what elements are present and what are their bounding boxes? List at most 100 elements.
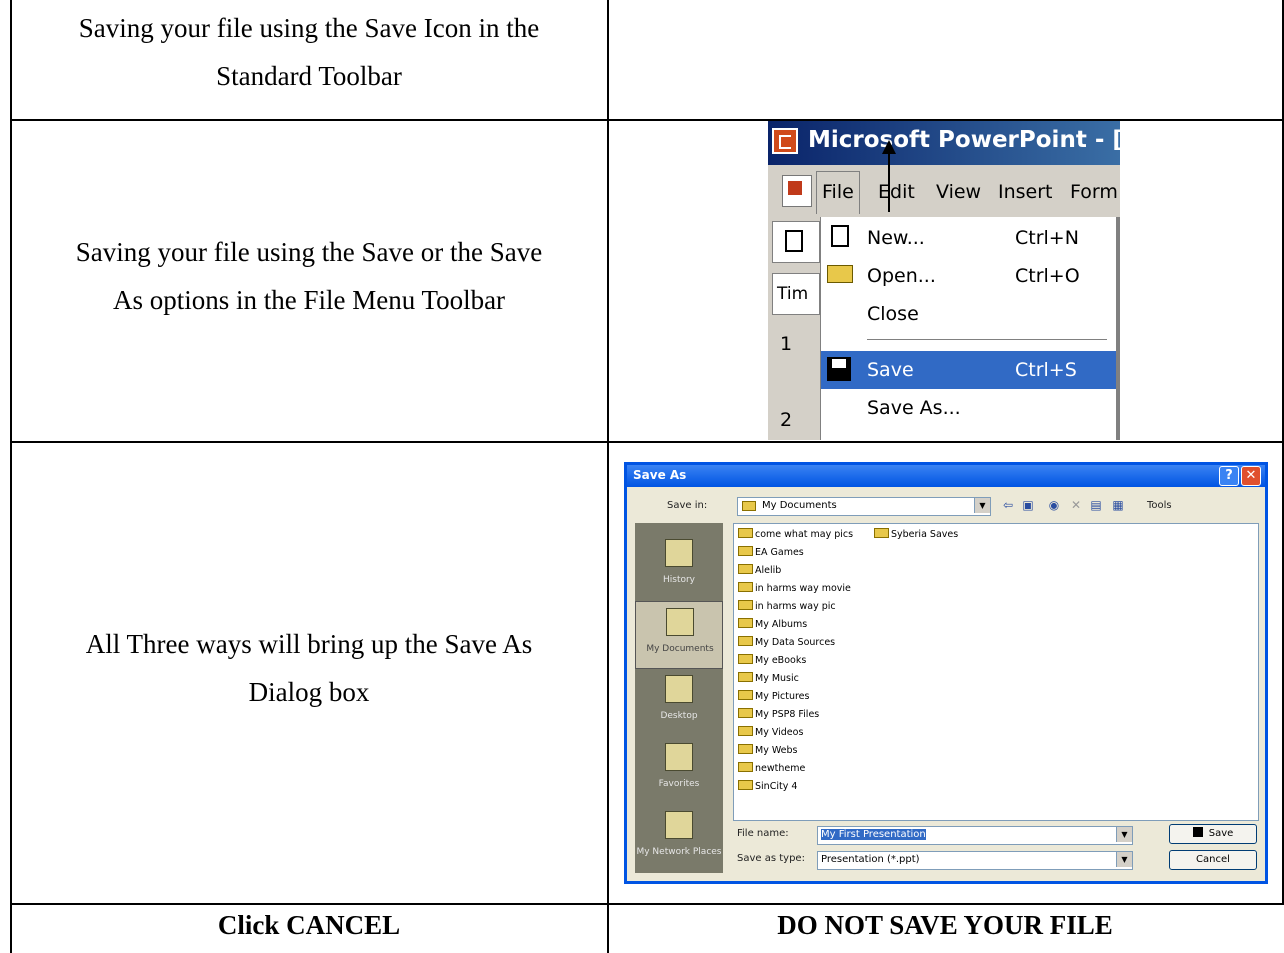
file-name: newtheme — [755, 763, 806, 774]
row3-line2: Dialog box — [248, 677, 370, 707]
list-item[interactable]: My eBooks — [738, 654, 806, 668]
list-item[interactable]: My Pictures — [738, 690, 809, 704]
folder-icon — [738, 690, 753, 700]
menu-item-open[interactable]: Open... Ctrl+O — [821, 257, 1120, 295]
new-doc-icon — [831, 225, 849, 247]
views-icon[interactable]: ▦ — [1109, 497, 1127, 514]
list-item[interactable]: EA Games — [738, 546, 804, 560]
list-item[interactable]: Alelib — [738, 564, 781, 578]
row3-line1: All Three ways will bring up the Save As — [85, 629, 533, 659]
do-not-save-text: DO NOT SAVE YOUR FILE — [777, 910, 1113, 940]
place-network[interactable]: My Network Places — [635, 805, 723, 873]
file-name: in harms way movie — [755, 583, 851, 594]
list-item[interactable]: My Albums — [738, 618, 807, 632]
table-border-left — [10, 0, 12, 953]
cancel-button[interactable]: Cancel — [1169, 850, 1257, 870]
new-doc-toolbar-button[interactable] — [772, 221, 820, 263]
menu-item-new[interactable]: New... Ctrl+N — [821, 219, 1120, 257]
row1-instruction: Saving your file using the Save Icon in … — [12, 4, 606, 100]
new-folder-icon[interactable]: ▤ — [1087, 497, 1105, 514]
row1-line2: Standard Toolbar — [216, 61, 402, 91]
menu-view[interactable]: View — [936, 181, 981, 203]
menu-format[interactable]: Form — [1070, 181, 1118, 203]
row2-line1: Saving your file using the Save or the S… — [75, 237, 543, 267]
row2-instruction: Saving your file using the Save or the S… — [12, 228, 606, 324]
row1-line1: Saving your file using the Save Icon in … — [78, 13, 540, 43]
list-item[interactable]: newtheme — [738, 762, 805, 776]
save-button-label: Save — [1208, 828, 1234, 839]
menu-item-save-label: Save — [867, 359, 914, 381]
save-type-dropdown[interactable]: Presentation (*.ppt) ▼ — [817, 851, 1133, 870]
powerpoint-title: Microsoft PowerPoint - [P — [808, 127, 1120, 153]
list-item[interactable]: My Data Sources — [738, 636, 835, 650]
floppy-disk-icon — [827, 357, 851, 381]
chevron-down-icon[interactable]: ▼ — [1116, 827, 1132, 842]
font-box[interactable]: Tim — [772, 273, 820, 315]
list-item[interactable]: My PSP8 Files — [738, 708, 819, 722]
list-item[interactable]: in harms way movie — [738, 582, 851, 596]
file-name-input[interactable]: My First Presentation ▼ — [817, 826, 1133, 845]
list-item[interactable]: My Webs — [738, 744, 798, 758]
presentation-icon — [782, 175, 812, 207]
place-favorites[interactable]: Favorites — [635, 737, 723, 805]
back-icon[interactable]: ⇦ — [999, 497, 1017, 514]
chevron-down-icon[interactable]: ▼ — [1116, 852, 1132, 867]
file-menu-dropdown: New... Ctrl+N Open... Ctrl+O Close Save … — [820, 217, 1120, 440]
file-name: EA Games — [755, 547, 804, 558]
menu-insert[interactable]: Insert — [998, 181, 1053, 203]
slide-number-2: 2 — [780, 409, 793, 431]
menu-item-close[interactable]: Close — [821, 295, 1120, 333]
dialog-title-bar: Save As ? ✕ — [627, 465, 1265, 487]
menu-file[interactable]: File — [822, 181, 854, 203]
menu-item-close-label: Close — [867, 303, 919, 325]
search-web-icon[interactable]: ◉ — [1045, 497, 1063, 514]
folder-icon — [738, 564, 753, 574]
menu-item-save-as[interactable]: Save As... — [821, 389, 1120, 427]
place-my-documents-label: My Documents — [646, 644, 714, 654]
menu-item-open-label: Open... — [867, 265, 936, 287]
powerpoint-title-bar: Microsoft PowerPoint - [P — [768, 121, 1120, 165]
font-box-label: Tim — [777, 284, 809, 304]
row3-instruction: All Three ways will bring up the Save As… — [12, 620, 606, 716]
file-name-value: My First Presentation — [821, 829, 926, 840]
list-item[interactable]: My Music — [738, 672, 799, 686]
folder-icon — [738, 708, 753, 718]
menu-item-new-label: New... — [867, 227, 925, 249]
save-button[interactable]: Save — [1169, 824, 1257, 844]
help-icon[interactable]: ? — [1219, 466, 1239, 486]
list-item[interactable]: SinCity 4 — [738, 780, 797, 794]
list-item[interactable]: My Videos — [738, 726, 803, 740]
file-name: My Music — [755, 673, 799, 684]
powerpoint-logo-icon — [772, 128, 798, 154]
places-bar: History My Documents Desktop Favorites M… — [635, 523, 723, 873]
menu-edit[interactable]: Edit — [878, 181, 915, 203]
close-icon[interactable]: ✕ — [1241, 466, 1261, 486]
my-documents-icon — [666, 608, 694, 636]
folder-icon — [738, 762, 753, 772]
up-folder-icon[interactable]: ▣ — [1019, 497, 1037, 514]
save-in-dropdown[interactable]: My Documents ▼ — [737, 497, 991, 516]
file-list[interactable]: come what may pics EA Games Alelib in ha… — [733, 523, 1259, 821]
list-item[interactable]: in harms way pic — [738, 600, 836, 614]
chevron-down-icon[interactable]: ▼ — [974, 498, 990, 513]
click-cancel-text: Click CANCEL — [217, 910, 401, 940]
menu-item-save[interactable]: Save Ctrl+S — [821, 351, 1120, 389]
favorites-icon — [665, 743, 693, 771]
save-in-value: My Documents — [762, 500, 837, 511]
file-name: SinCity 4 — [755, 781, 798, 792]
list-item[interactable]: Syberia Saves — [874, 528, 958, 542]
powerpoint-file-menu-screenshot: Microsoft PowerPoint - [P File Edit View… — [768, 121, 1120, 440]
folder-icon — [738, 744, 753, 754]
pointer-arrow-line — [888, 150, 890, 212]
file-name: My Data Sources — [755, 637, 836, 648]
powerpoint-menu-bar: File Edit View Insert Form — [768, 169, 1120, 217]
list-item[interactable]: come what may pics — [738, 528, 853, 542]
place-desktop[interactable]: Desktop — [635, 669, 723, 737]
tools-menu[interactable]: Tools — [1147, 500, 1172, 511]
folder-icon — [742, 501, 756, 511]
row-divider-2 — [10, 441, 1284, 443]
delete-icon[interactable]: ✕ — [1067, 497, 1085, 514]
save-as-dialog: Save As ? ✕ Save in: My Documents ▼ ⇦ ▣ … — [624, 462, 1268, 884]
place-my-documents[interactable]: My Documents — [635, 601, 723, 669]
place-history[interactable]: History — [635, 533, 723, 601]
